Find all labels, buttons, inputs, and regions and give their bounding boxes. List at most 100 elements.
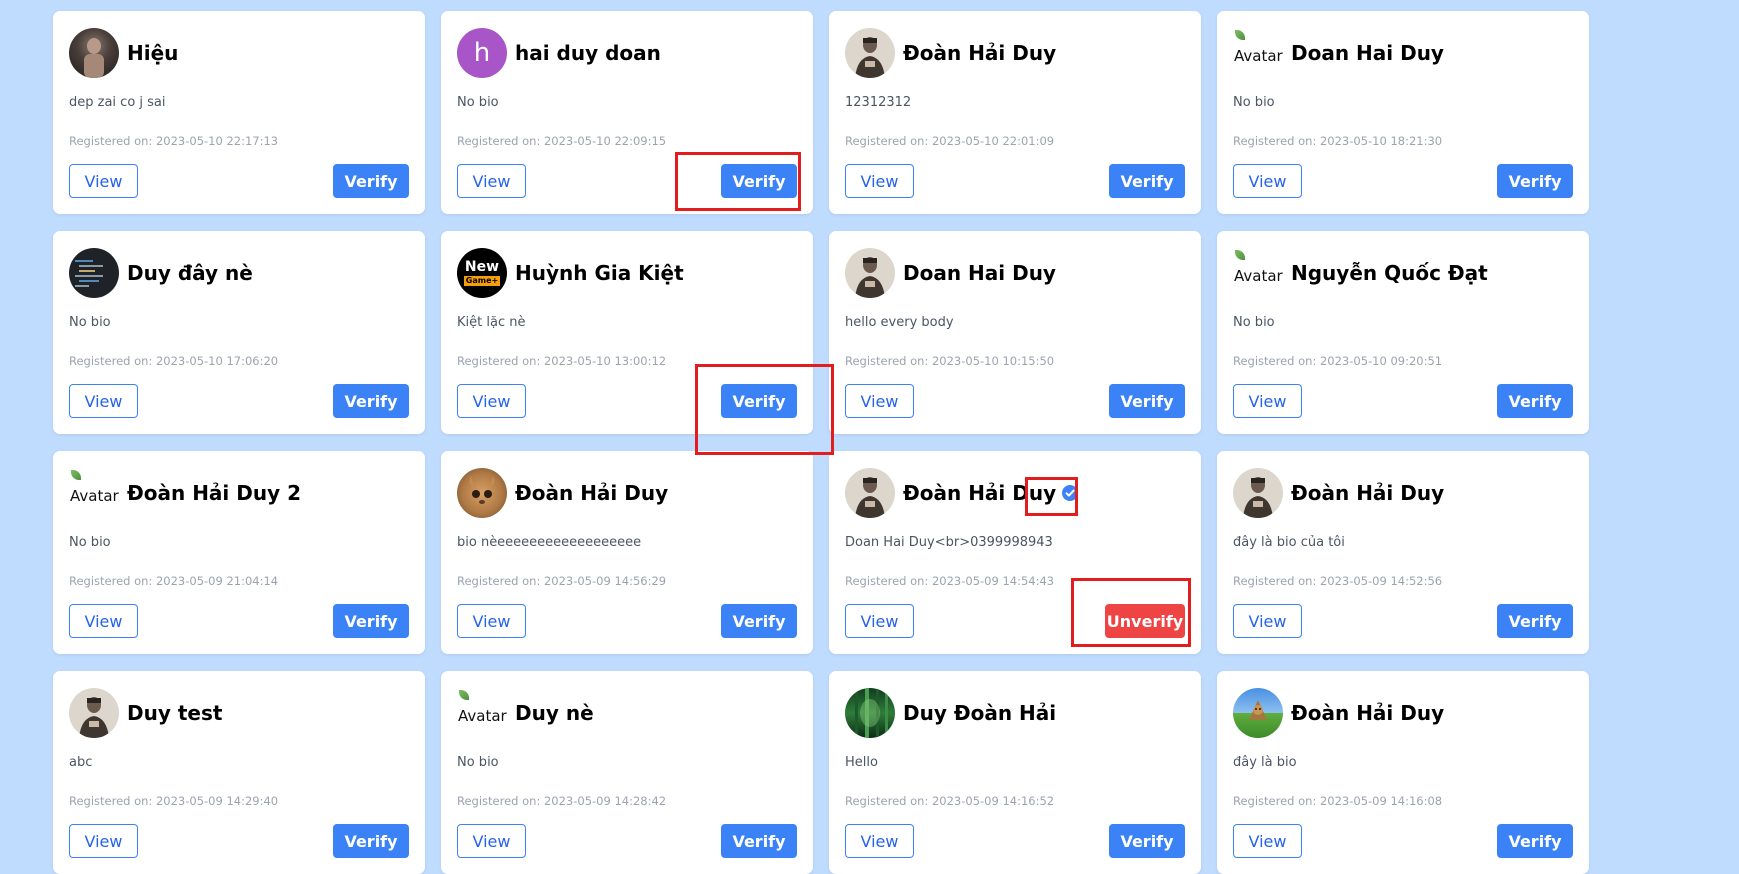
user-name: Duy Đoàn Hải [903,701,1057,725]
user-card: Duy đây nè No bio Registered on: 2023-05… [53,231,425,434]
user-name: Hiệu [127,41,179,65]
verify-button[interactable]: Verify [1109,164,1185,198]
user-card: Đoàn Hải Duy đây là bio của tôi Register… [1217,451,1589,654]
view-button[interactable]: View [1233,384,1302,418]
user-bio: bio nèeeeeeeeeeeeeeeeeee [457,535,642,550]
user-card: Đoàn Hải Duy Doan Hai Duy<br>0399998943 … [829,451,1201,654]
user-bio: abc [69,755,93,770]
view-button[interactable]: View [845,604,914,638]
avatar-subtext: Game+ [463,276,501,286]
user-name: Đoàn Hải Duy [515,481,669,505]
user-bio: đây là bio [1233,755,1297,770]
user-card: Đoàn Hải Duy bio nèeeeeeeeeeeeeeeeeee Re… [441,451,813,654]
avatar-text: New [464,259,500,275]
verify-button[interactable]: Verify [1109,824,1185,858]
avatar [845,468,895,518]
avatar [845,688,895,738]
verified-badge-icon [1062,485,1079,501]
user-name: Đoàn Hải Duy [1291,701,1445,725]
avatar [845,248,895,298]
user-name: Đoàn Hải Duy 2 [127,481,302,505]
user-name: Đoàn Hải Duy [1291,481,1445,505]
avatar: New Game+ [457,248,507,298]
view-button[interactable]: View [457,604,526,638]
user-card: Avatar Đoàn Hải Duy 2 No bio Registered … [53,451,425,654]
user-bio: dep zai co j sai [69,95,166,110]
user-bio: No bio [1233,315,1275,330]
avatar [457,468,507,518]
user-card: Avatar Duy nè No bio Registered on: 2023… [441,671,813,874]
user-name: Duy đây nè [127,261,253,285]
registered-date: Registered on: 2023-05-10 22:09:15 [457,134,667,148]
view-button[interactable]: View [69,604,138,638]
registered-date: Registered on: 2023-05-10 10:15:50 [845,354,1055,368]
avatar [1233,688,1283,738]
broken-image-icon: Avatar [1233,248,1283,298]
unverify-button[interactable]: Unverify [1105,604,1185,638]
view-button[interactable]: View [845,164,914,198]
view-button[interactable]: View [845,824,914,858]
user-bio: No bio [457,755,499,770]
verify-button[interactable]: Verify [333,164,409,198]
registered-date: Registered on: 2023-05-10 22:01:09 [845,134,1055,148]
avatar [69,28,119,78]
user-bio: 12312312 [845,95,912,110]
user-card: Avatar Doan Hai Duy No bio Registered on… [1217,11,1589,214]
verify-button[interactable]: Verify [1497,824,1573,858]
verify-button[interactable]: Verify [1497,604,1573,638]
user-bio: Hello [845,755,878,770]
verify-button[interactable]: Verify [1497,384,1573,418]
view-button[interactable]: View [845,384,914,418]
avatar [1233,468,1283,518]
broken-image-icon: Avatar [69,468,119,518]
user-name: Nguyễn Quốc Đạt [1291,261,1488,285]
avatar [69,688,119,738]
registered-date: Registered on: 2023-05-09 14:16:08 [1233,794,1443,808]
verify-button[interactable]: Verify [721,384,797,418]
avatar [845,28,895,78]
verify-button[interactable]: Verify [333,384,409,418]
registered-date: Registered on: 2023-05-09 14:28:42 [457,794,667,808]
registered-date: Registered on: 2023-05-10 22:17:13 [69,134,279,148]
user-bio: hello every body [845,315,954,330]
user-name: Doan Hai Duy [903,261,1056,285]
registered-date: Registered on: 2023-05-09 14:52:56 [1233,574,1443,588]
view-button[interactable]: View [457,384,526,418]
user-name: Duy nè [515,701,594,725]
user-card: Đoàn Hải Duy đây là bio Registered on: 2… [1217,671,1589,874]
avatar-alt-text: Avatar [70,487,119,505]
verify-button[interactable]: Verify [721,824,797,858]
verify-button[interactable]: Verify [333,824,409,858]
user-card: New Game+ Huỳnh Gia Kiệt Kiệt lặc nè Reg… [441,231,813,434]
view-button[interactable]: View [1233,164,1302,198]
verify-button[interactable]: Verify [721,164,797,198]
avatar [69,248,119,298]
user-bio: Doan Hai Duy<br>0399998943 [845,535,1053,550]
view-button[interactable]: View [457,164,526,198]
view-button[interactable]: View [1233,824,1302,858]
user-card: h hai duy doan No bio Registered on: 202… [441,11,813,214]
registered-date: Registered on: 2023-05-09 14:29:40 [69,794,279,808]
avatar-letter: h [473,38,491,68]
view-button[interactable]: View [69,384,138,418]
avatar-alt-text: Avatar [1234,267,1283,285]
verify-button[interactable]: Verify [1497,164,1573,198]
user-bio: đây là bio của tôi [1233,535,1345,550]
user-card-grid: Hiệu dep zai co j sai Registered on: 202… [53,11,1589,874]
verify-button[interactable]: Verify [1109,384,1185,418]
user-bio: No bio [457,95,499,110]
view-button[interactable]: View [69,824,138,858]
user-card: Đoàn Hải Duy 12312312 Registered on: 202… [829,11,1201,214]
user-name: hai duy doan [515,41,661,65]
user-card: Duy test abc Registered on: 2023-05-09 1… [53,671,425,874]
verify-button[interactable]: Verify [333,604,409,638]
verify-button[interactable]: Verify [721,604,797,638]
view-button[interactable]: View [69,164,138,198]
user-card: Doan Hai Duy hello every body Registered… [829,231,1201,434]
registered-date: Registered on: 2023-05-09 21:04:14 [69,574,279,588]
avatar: h [457,28,507,78]
user-name: Doan Hai Duy [1291,41,1444,65]
view-button[interactable]: View [1233,604,1302,638]
view-button[interactable]: View [457,824,526,858]
user-bio: No bio [69,315,111,330]
